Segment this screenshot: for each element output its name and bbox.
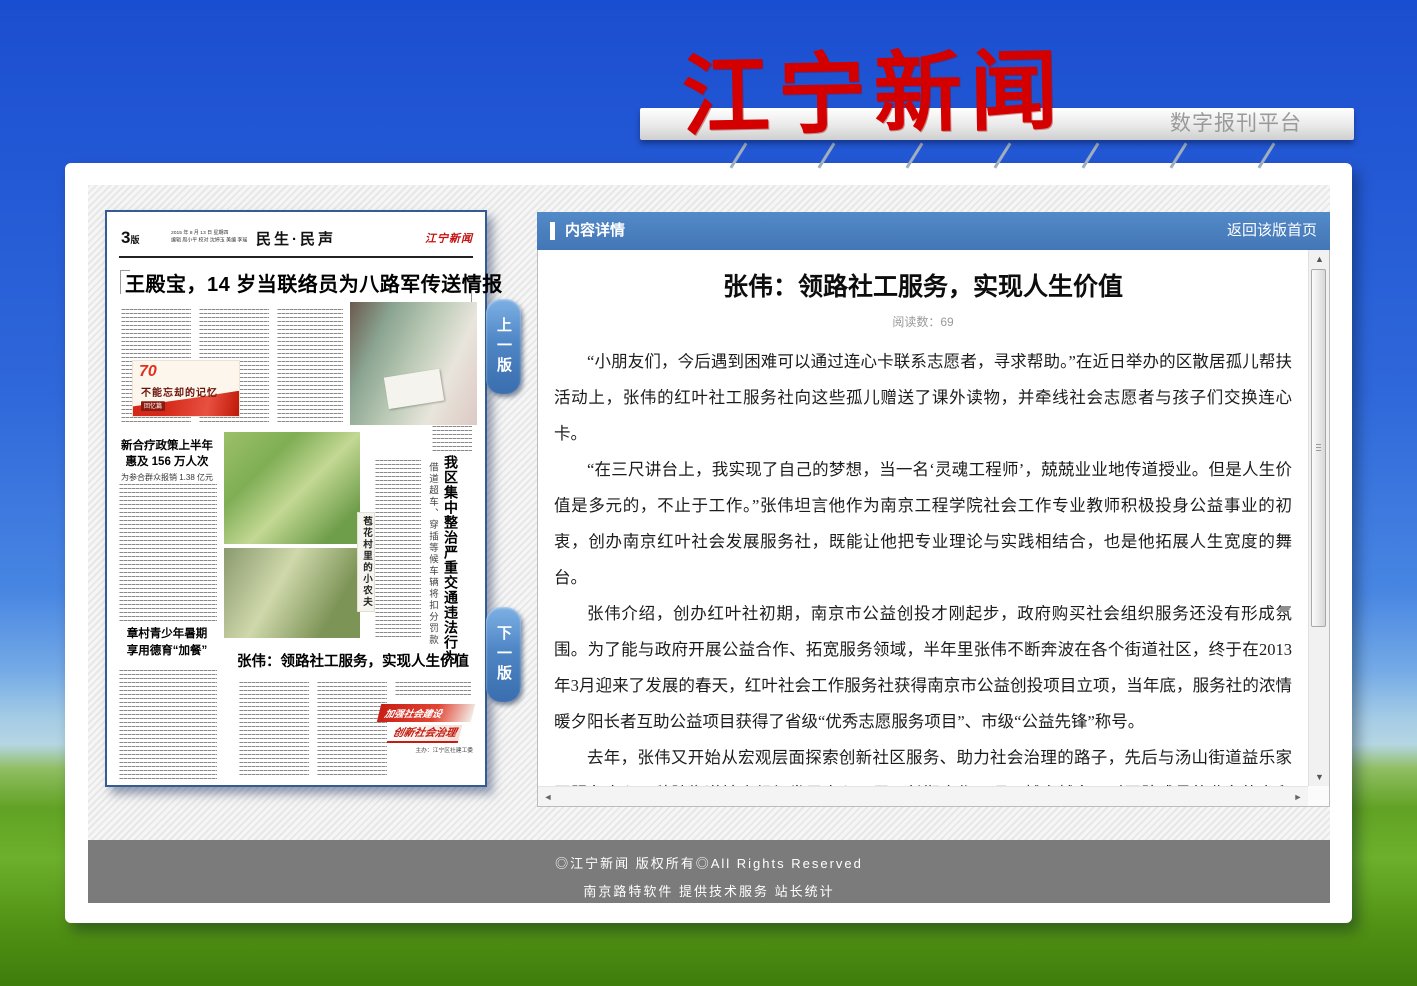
newspaper-page-thumbnail[interactable]: 3版 2015 年 8 月 13 日 星期四 编辑 周小平 校对 沈婷玉 美编 … (105, 210, 487, 787)
panel-title: 内容详情 (565, 212, 625, 250)
article-paragraph: 张伟介绍，创办红叶社初期，南京市公益创投才刚起步，政府购买社会组织服务还没有形成… (554, 596, 1292, 740)
scroll-up-arrow-icon[interactable]: ▲ (1309, 250, 1330, 268)
paper-headline-story3-vertical[interactable]: 我区集中整治严重交通违法行为 (441, 455, 461, 665)
article-title: 张伟：领路社工服务，实现人生价值 (538, 267, 1308, 303)
micro-text-column (119, 484, 217, 622)
article-paragraph: “在三尺讲台上，我实现了自己的梦想，当一名‘灵魂工程师’，兢兢业业地传道授业。但… (554, 452, 1292, 596)
page-background: { "header": { "logo": "江宁新闻", "platform_… (0, 0, 1417, 986)
micro-text-column (119, 670, 217, 780)
main-content-box: 3版 2015 年 8 月 13 日 星期四 编辑 周小平 校对 沈婷玉 美编 … (65, 163, 1352, 923)
badge-70-number: 70 (139, 363, 157, 381)
back-to-page-link[interactable]: 返回该版首页 (1227, 212, 1317, 250)
article-paragraph: “小朋友们，今后遇到困难可以通过连心卡联系志愿者，寻求帮助。”在近日举办的区散居… (554, 344, 1292, 452)
content-panel-header: 内容详情 返回该版首页 (537, 212, 1330, 250)
paper-subtitle-story3-vertical: 借道超车、穿插等候车辆将扣分罚款 (425, 462, 439, 646)
prev-page-label: 上一版 (493, 317, 514, 377)
scrollbar-grip-icon (1316, 444, 1321, 452)
article-area: 张伟：领路社工服务，实现人生价值 阅读数：69 “小朋友们，今后遇到困难可以通过… (538, 250, 1308, 786)
vertical-scrollbar-thumb[interactable] (1311, 269, 1326, 627)
vertical-scrollbar[interactable]: ▲ ▼ (1308, 250, 1329, 786)
next-page-label: 下一版 (493, 625, 514, 685)
ribbon-host: 主办：江宁区社建工委 (405, 746, 473, 754)
scrollbar-corner (1308, 786, 1329, 806)
masthead-rule (119, 256, 473, 258)
badge-title: 不能忘却的记忆 (141, 384, 218, 399)
paper-masthead-logo: 江宁新闻 (425, 230, 473, 246)
site-logo: 江宁新闻 (681, 33, 1083, 170)
micro-text-column (277, 309, 343, 425)
scroll-right-arrow-icon[interactable]: ► (1290, 787, 1306, 807)
scroll-left-arrow-icon[interactable]: ◄ (540, 787, 556, 807)
paper-headline-story5[interactable]: 张伟：领路社工服务，实现人生价值 (235, 650, 471, 671)
photo-caption-vertical: 苞花村里的小农夫 (357, 512, 375, 612)
photo-garden-2 (224, 548, 360, 638)
photo-garden-1 (224, 432, 360, 544)
paper-headline-story2[interactable]: 新合疗政策上半年 惠及 156 万人次 (117, 438, 217, 470)
prev-page-button[interactable]: 上一版 (486, 299, 521, 394)
footer-copyright: ◎江宁新闻 版权所有◎All Rights Reserved (88, 853, 1330, 872)
ribbon-line1: 加强社会建设 (377, 704, 475, 722)
horizontal-scrollbar[interactable]: ◄ ► (538, 786, 1308, 806)
next-page-button[interactable]: 下一版 (486, 607, 521, 702)
badge-tag: 回忆篇 (141, 401, 165, 411)
scroll-down-arrow-icon[interactable]: ▼ (1309, 768, 1330, 786)
paper-headline-story4[interactable]: 章村青少年暑期 享用德育“加餐” (117, 626, 217, 659)
article-text: “小朋友们，今后遇到困难可以通过连心卡联系志愿者，寻求帮助。”在近日举办的区散居… (554, 344, 1292, 786)
article-paragraph: 去年，张伟又开始从宏观层面探索创新社区服务、助力社会治理的路子，先后与汤山街道益… (554, 740, 1292, 786)
micro-text-column (375, 460, 421, 638)
content-panel-body: 张伟：领路社工服务，实现人生价值 阅读数：69 “小朋友们，今后遇到困难可以通过… (537, 250, 1330, 807)
photo-elderly-man-reading (350, 302, 477, 425)
article-read-count: 阅读数：69 (538, 313, 1308, 330)
micro-text-column (432, 426, 472, 452)
micro-text-column (395, 682, 471, 698)
memory-70-badge: 70 不能忘却的记忆 回忆篇 (132, 360, 240, 417)
micro-text-column (239, 682, 309, 778)
footer-credits[interactable]: 南京路特软件 提供技术服务 站长统计 (88, 881, 1330, 900)
paper-subtitle-story2: 为参合群众报销 1.38 亿元 (117, 472, 217, 483)
footer: ◎江宁新闻 版权所有◎All Rights Reserved 南京路特软件 提供… (88, 840, 1330, 903)
ribbon-line2: 创新社会治理 (387, 725, 462, 743)
micro-text-column (317, 682, 387, 778)
social-governance-ribbon: 加强社会建设 创新社会治理 主办：江宁区社建工委 (379, 704, 473, 757)
header-accent-bar (550, 222, 555, 240)
platform-label: 数字报刊平台 (1170, 108, 1302, 140)
paper-headline-main[interactable]: 王殿宝，14 岁当联络员为八路军传送情报 (125, 268, 467, 297)
